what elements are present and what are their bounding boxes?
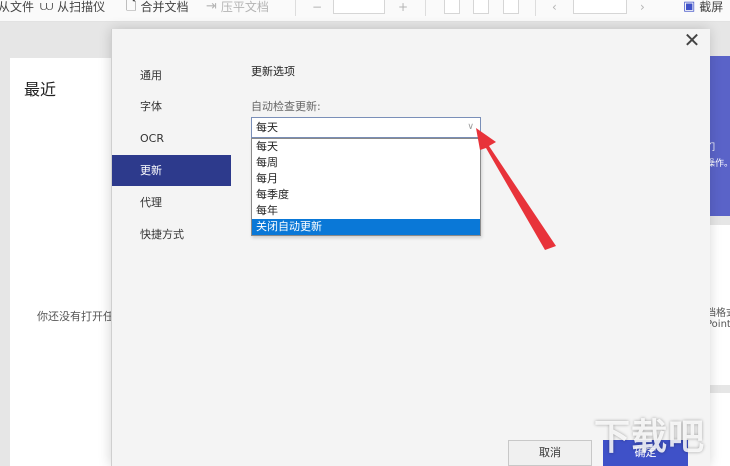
auto-check-label: 自动检查更新:	[251, 100, 321, 113]
flatten-documents-button[interactable]: ⇥ 压平文档	[206, 0, 269, 14]
zoom-in-button[interactable]: +	[398, 0, 408, 14]
option-yearly[interactable]: 每年	[252, 203, 480, 219]
nav-item-update[interactable]: 更新	[112, 155, 231, 186]
zoom-out-icon: −	[312, 0, 323, 14]
toolbar-divider	[535, 0, 536, 16]
zoom-in-icon: +	[398, 0, 409, 14]
flatten-documents-label: 压平文档	[220, 0, 269, 14]
recent-panel: 最近 你还没有打开任何	[10, 58, 125, 466]
section-title: 更新选项	[251, 65, 295, 78]
previous-page-icon: ‹	[552, 0, 557, 14]
nav-item-ocr[interactable]: OCR	[112, 123, 231, 154]
recent-title: 最近	[24, 80, 57, 99]
selected-value: 每天	[256, 121, 278, 134]
fit-page-icon[interactable]	[473, 0, 489, 14]
scanner-icon: ⩊	[40, 0, 54, 14]
toolbar-divider	[295, 0, 296, 16]
merge-documents-label: 合并文档	[140, 0, 189, 14]
toolbar-divider	[425, 0, 426, 16]
option-daily[interactable]: 每天	[252, 139, 480, 155]
page-number-input[interactable]	[573, 0, 627, 14]
option-monthly[interactable]: 每月	[252, 171, 480, 187]
next-page-button[interactable]: ›	[640, 0, 645, 14]
merge-documents-button[interactable]: 🗋 合并文档	[126, 0, 188, 14]
update-settings-panel: ✕ 更新选项 自动检查更新: 每天 ∨ 每天 每周 每月 每季度 每年 关闭自动…	[231, 29, 710, 466]
nav-item-font[interactable]: 字体	[112, 91, 231, 122]
open-from-file-button[interactable]: 从文件	[0, 0, 34, 14]
preferences-dialog: 通用 字体 OCR 更新 代理 快捷方式 ✕ 更新选项 自动检查更新: 每天 ∨…	[111, 29, 710, 466]
previous-page-button[interactable]: ‹	[552, 0, 557, 14]
screenshot-label: 截屏	[699, 0, 724, 14]
option-quarterly[interactable]: 每季度	[252, 187, 480, 203]
zoom-out-button[interactable]: −	[312, 0, 322, 14]
camera-icon: ▣	[683, 0, 696, 14]
nav-item-general[interactable]: 通用	[112, 60, 231, 91]
update-frequency-select[interactable]: 每天 ∨	[251, 117, 481, 138]
preferences-nav: 通用 字体 OCR 更新 代理 快捷方式	[112, 29, 231, 466]
from-file-label: 从文件	[0, 0, 35, 14]
chevron-down-icon: ∨	[467, 122, 474, 132]
fit-width-icon[interactable]	[444, 0, 460, 14]
zoom-level-input[interactable]	[333, 0, 385, 14]
nav-item-proxy[interactable]: 代理	[112, 187, 231, 218]
watermark-logo: 下载吧	[594, 417, 706, 458]
from-scanner-label: 从扫描仪	[57, 0, 106, 14]
document-icon: 🗋	[126, 0, 137, 14]
update-frequency-dropdown: 每天 每周 每月 每季度 每年 关闭自动更新	[251, 138, 481, 236]
main-toolbar: 从文件 ⩊ 从扫描仪 🗋 合并文档 ⇥ 压平文档 − + ‹ › ▣ 截屏	[0, 0, 730, 22]
flatten-icon: ⇥	[206, 0, 217, 14]
close-icon[interactable]: ✕	[683, 30, 701, 50]
nav-item-shortcuts[interactable]: 快捷方式	[112, 219, 231, 250]
cancel-button[interactable]: 取消	[508, 440, 592, 466]
rotate-icon[interactable]	[503, 0, 519, 14]
option-weekly[interactable]: 每周	[252, 155, 480, 171]
screenshot-button[interactable]: ▣ 截屏	[683, 0, 723, 14]
next-page-icon: ›	[640, 0, 645, 14]
from-scanner-button[interactable]: ⩊ 从扫描仪	[40, 0, 105, 14]
option-disable-auto-update[interactable]: 关闭自动更新	[252, 219, 480, 235]
